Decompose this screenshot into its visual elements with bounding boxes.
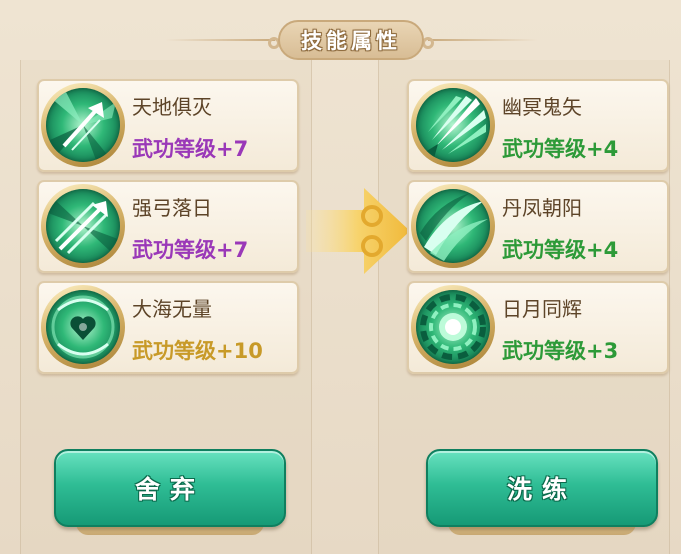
wash-button[interactable]: 洗练: [426, 449, 658, 535]
right-skill-card[interactable]: 幽冥鬼矢 武功等级+4: [407, 79, 669, 172]
wind-slash-icon: [416, 189, 490, 263]
skill-level-bonus: 武功等级+4: [502, 137, 619, 161]
skill-level-bonus: 武功等级+3: [502, 339, 619, 363]
panel-header: 技能属性: [278, 20, 424, 60]
header-divider-right: [428, 39, 538, 41]
radiant-orb-icon: [416, 290, 490, 364]
skill-name: 强弓落日: [132, 196, 212, 220]
panel-title: 技能属性: [301, 29, 401, 53]
heart-sigil-icon: [46, 290, 120, 364]
left-skill-card[interactable]: 大海无量 武功等级+10: [37, 281, 299, 374]
skill-level-bonus: 武功等级+4: [502, 238, 619, 262]
wash-button-label: 洗练: [506, 475, 577, 504]
skill-name: 天地俱灭: [132, 95, 212, 119]
right-skill-card[interactable]: 丹凤朝阳 武功等级+4: [407, 180, 669, 273]
skill-name: 丹凤朝阳: [502, 196, 582, 220]
right-skill-card[interactable]: 日月同辉 武功等级+3: [407, 281, 669, 374]
feather-arrows-icon: [416, 88, 490, 162]
skill-icon-frame: [41, 83, 125, 167]
skill-name: 大海无量: [132, 297, 212, 321]
left-skill-card[interactable]: 强弓落日 武功等级+7: [37, 180, 299, 273]
transfer-arrow-icon: [306, 188, 410, 274]
discard-button[interactable]: 舍弃: [54, 449, 286, 535]
arrow-burst-icon: [46, 88, 120, 162]
skill-level-bonus: 武功等级+10: [132, 339, 263, 363]
skill-name: 日月同辉: [502, 297, 582, 321]
header-divider-left: [165, 39, 275, 41]
skill-icon-frame: [41, 184, 125, 268]
skill-level-bonus: 武功等级+7: [132, 137, 249, 161]
skill-name: 幽冥鬼矢: [502, 95, 582, 119]
discard-button-label: 舍弃: [134, 475, 205, 504]
skill-icon-frame: [411, 285, 495, 369]
skill-icon-frame: [411, 184, 495, 268]
skill-level-bonus: 武功等级+7: [132, 238, 249, 262]
skill-icon-frame: [41, 285, 125, 369]
arrow-volley-icon: [46, 189, 120, 263]
left-skill-card[interactable]: 天地俱灭 武功等级+7: [37, 79, 299, 172]
skill-icon-frame: [411, 83, 495, 167]
